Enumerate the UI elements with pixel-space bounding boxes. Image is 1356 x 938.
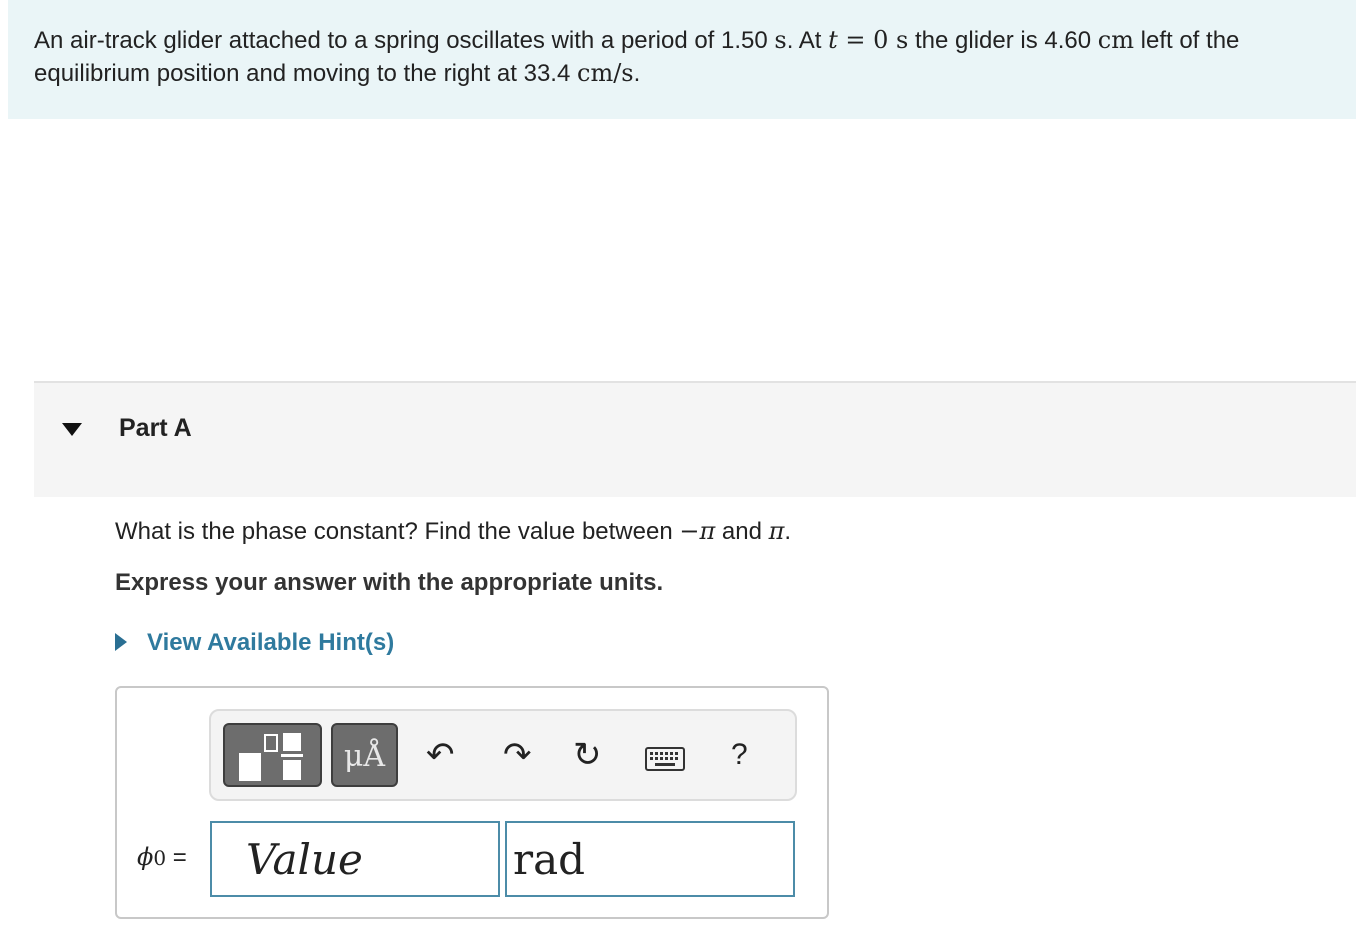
units-button[interactable]: μÅ — [331, 723, 398, 787]
instructions-text: Express your answer with the appropriate… — [115, 569, 664, 596]
view-hints-link[interactable]: View Available Hint(s) — [147, 629, 394, 657]
neg-pi-symbol: −π — [679, 517, 716, 545]
part-title: Part A — [119, 414, 192, 442]
problem-text-segment: An air-track glider attached to a spring… — [34, 27, 775, 54]
phi-zero-label: ϕ0 = — [137, 843, 187, 872]
unit-seconds: s — [896, 26, 909, 54]
equals-zero: = 0 — [837, 26, 896, 54]
help-button[interactable]: ? — [731, 737, 748, 773]
reset-icon[interactable]: ↻ — [573, 737, 602, 773]
units-label: μÅ — [343, 739, 386, 774]
problem-statement-panel: An air-track glider attached to a spring… — [8, 0, 1356, 119]
variable-t: t — [828, 26, 838, 54]
unit-cm-per-s: cm/s — [577, 59, 634, 87]
unit-input[interactable] — [505, 821, 795, 897]
math-toolbar: μÅ ↶ ↷ ↻ ? — [209, 709, 797, 801]
templates-icon — [239, 733, 303, 781]
value-input[interactable] — [210, 821, 500, 897]
unit-centimeters: cm — [1097, 26, 1134, 54]
question-segment: and — [715, 518, 769, 545]
question-text: What is the phase constant? Find the val… — [115, 517, 791, 546]
question-segment: . — [784, 518, 792, 545]
unit-seconds: s — [774, 26, 787, 54]
templates-button[interactable] — [223, 723, 322, 787]
problem-text-segment: . At — [786, 27, 829, 54]
keyboard-icon[interactable] — [645, 747, 685, 771]
part-header[interactable] — [34, 381, 1356, 497]
expand-triangle-icon[interactable] — [115, 633, 127, 651]
phi-subscript: 0 — [153, 846, 167, 870]
question-segment: What is the phase constant? Find the val… — [115, 518, 680, 545]
equals-sign: = — [172, 844, 187, 871]
pi-symbol: π — [768, 517, 785, 545]
problem-text-segment: . — [633, 60, 641, 87]
undo-icon[interactable]: ↶ — [426, 737, 455, 773]
problem-text-segment: the glider is 4.60 — [908, 27, 1098, 54]
redo-icon[interactable]: ↷ — [503, 737, 532, 773]
problem-text: An air-track glider attached to a spring… — [34, 24, 1334, 90]
phi-symbol: ϕ — [137, 843, 154, 871]
collapse-triangle-icon[interactable] — [62, 423, 82, 436]
